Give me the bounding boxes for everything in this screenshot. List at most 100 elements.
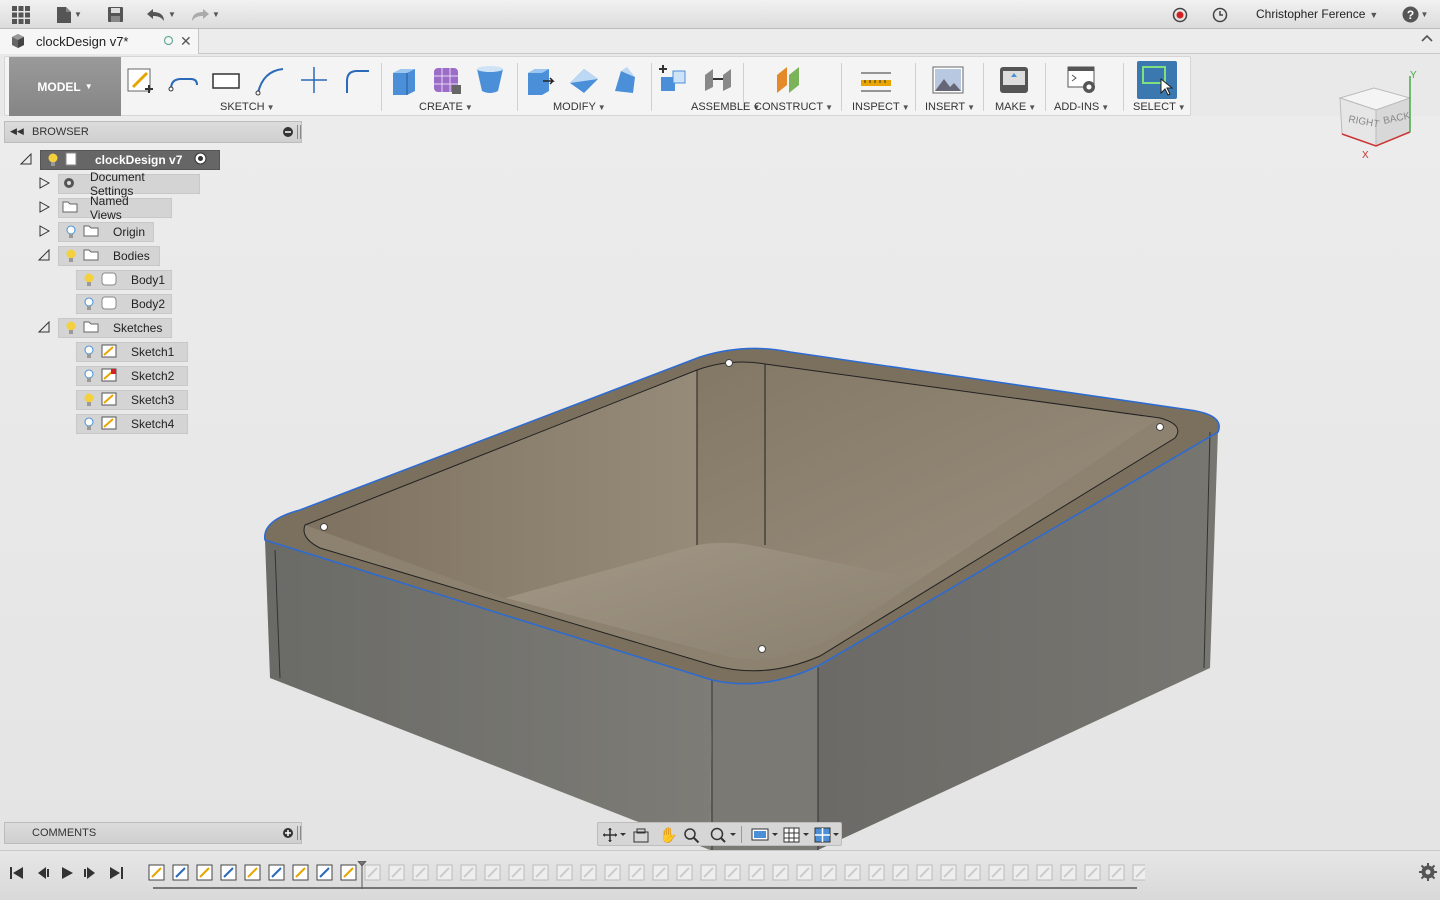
scripts-addins-icon[interactable]	[1065, 63, 1099, 97]
browser-item-named-views[interactable]: Named Views	[58, 194, 172, 222]
browser-item-body1[interactable]: Body1	[76, 270, 172, 290]
modify-menu[interactable]: MODIFY ▼	[553, 101, 606, 113]
collapse-toggle[interactable]	[38, 249, 50, 261]
3d-print-icon[interactable]	[997, 63, 1031, 97]
viewports-icon[interactable]	[814, 827, 842, 846]
timeline-feature-icon[interactable]	[964, 864, 981, 881]
timeline-feature-icon[interactable]	[892, 864, 909, 881]
user-menu[interactable]: Christopher Ference ▼	[1256, 7, 1378, 21]
go-to-start-icon[interactable]	[9, 865, 25, 884]
joint-icon[interactable]	[701, 63, 735, 97]
timeline-feature-icon[interactable]	[148, 864, 165, 881]
timeline-feature-icon[interactable]	[292, 864, 309, 881]
collapse-chevron-icon[interactable]	[1421, 33, 1433, 48]
document-tab[interactable]: clockDesign v7* ✕	[0, 29, 199, 54]
add-comment-icon[interactable]	[282, 827, 294, 842]
select-tool-button[interactable]	[1137, 61, 1177, 99]
browser-item-sketch2[interactable]: Sketch2	[76, 366, 188, 386]
timeline-feature-icon[interactable]	[604, 864, 621, 881]
timeline-feature-icon[interactable]	[388, 864, 405, 881]
root-expand-toggle[interactable]	[20, 153, 32, 165]
browser-item-origin[interactable]: Origin	[58, 222, 154, 242]
visibility-bulb-icon[interactable]	[83, 273, 95, 287]
3d-model-body[interactable]	[0, 116, 1440, 850]
look-at-icon[interactable]	[633, 827, 649, 846]
measure-icon[interactable]	[859, 63, 893, 97]
create-sketch-icon[interactable]	[123, 63, 157, 97]
point-icon[interactable]	[297, 63, 331, 97]
timeline-feature-icon[interactable]	[364, 864, 381, 881]
construct-menu[interactable]: CONSTRUCT ▼	[754, 101, 833, 113]
timeline-feature-icon[interactable]	[1084, 864, 1101, 881]
timeline-feature-icon[interactable]	[556, 864, 573, 881]
timeline-feature-icon[interactable]	[412, 864, 429, 881]
record-icon[interactable]	[1170, 4, 1190, 25]
browser-panel-header[interactable]: ◀◀ BROWSER	[4, 121, 302, 143]
timeline-feature-icon[interactable]	[868, 864, 885, 881]
play-icon[interactable]	[59, 865, 75, 884]
timeline-feature-icon[interactable]	[1132, 864, 1149, 881]
undo-icon[interactable]: ▼	[144, 4, 178, 25]
timeline-feature-icon[interactable]	[1108, 864, 1125, 881]
collapse-browser-icon[interactable]: ◀◀	[10, 126, 24, 137]
offset-plane-icon[interactable]	[773, 63, 807, 97]
grid-snap-icon[interactable]	[783, 827, 811, 846]
sketch-menu[interactable]: SKETCH ▼	[220, 101, 275, 113]
timeline-feature-icon[interactable]	[1012, 864, 1029, 881]
timeline-feature-icon[interactable]	[844, 864, 861, 881]
step-back-icon[interactable]	[34, 865, 50, 884]
browser-options-icon[interactable]	[282, 126, 294, 141]
timeline-feature-icon[interactable]	[460, 864, 477, 881]
fillet-icon[interactable]	[567, 63, 601, 97]
timeline-feature-icon[interactable]	[820, 864, 837, 881]
timeline-feature-icon[interactable]	[916, 864, 933, 881]
timeline-feature-icon[interactable]	[580, 864, 597, 881]
timeline-feature-icon[interactable]	[1060, 864, 1077, 881]
insert-image-icon[interactable]	[931, 63, 965, 97]
press-pull-icon[interactable]	[523, 63, 557, 97]
history-clock-icon[interactable]	[1210, 4, 1230, 25]
browser-item-sketch4[interactable]: Sketch4	[76, 414, 188, 434]
zoom-icon[interactable]	[683, 827, 701, 846]
revolve-icon[interactable]	[473, 63, 507, 97]
browser-item-sketches[interactable]: Sketches	[58, 318, 172, 338]
visibility-bulb-icon[interactable]	[65, 321, 77, 335]
timeline-feature-icon[interactable]	[220, 864, 237, 881]
go-to-end-icon[interactable]	[108, 865, 124, 884]
expand-toggle[interactable]	[38, 177, 50, 189]
timeline-feature-icon[interactable]	[676, 864, 693, 881]
close-tab-icon[interactable]: ✕	[180, 33, 192, 50]
comments-panel-header[interactable]: COMMENTS	[4, 822, 302, 844]
browser-item-sketch1[interactable]: Sketch1	[76, 342, 188, 362]
timeline-feature-icon[interactable]	[628, 864, 645, 881]
redo-icon[interactable]: ▼	[188, 4, 222, 25]
timeline-feature-icon[interactable]	[796, 864, 813, 881]
timeline-feature-icon[interactable]	[196, 864, 213, 881]
visibility-bulb-off-icon[interactable]	[83, 369, 95, 383]
timeline-feature-icon[interactable]	[244, 864, 261, 881]
timeline-feature-icon[interactable]	[172, 864, 189, 881]
timeline-feature-icon[interactable]	[940, 864, 957, 881]
timeline-feature-icon[interactable]	[988, 864, 1005, 881]
browser-root-node[interactable]: clockDesign v7	[40, 150, 220, 170]
chamfer-icon[interactable]	[609, 63, 643, 97]
timeline-feature-icon[interactable]	[484, 864, 501, 881]
timeline-feature-icon[interactable]	[700, 864, 717, 881]
orbit-icon[interactable]	[602, 827, 626, 846]
browser-item-body2[interactable]: Body2	[76, 294, 172, 314]
inspect-menu[interactable]: INSPECT ▼	[852, 101, 910, 113]
save-icon[interactable]	[104, 4, 126, 25]
timeline-settings-gear-icon[interactable]	[1419, 863, 1437, 884]
timeline-features[interactable]	[145, 860, 1149, 891]
browser-item-sketch3[interactable]: Sketch3	[76, 390, 188, 410]
assemble-menu[interactable]: ASSEMBLE ▼	[691, 101, 760, 113]
timeline-feature-icon[interactable]	[508, 864, 525, 881]
addins-menu[interactable]: ADD-INS ▼	[1054, 101, 1109, 113]
pan-hand-icon[interactable]: ✋	[659, 826, 678, 844]
select-menu[interactable]: SELECT ▼	[1133, 101, 1186, 113]
visibility-bulb-off-icon[interactable]	[83, 297, 95, 311]
visibility-bulb-off-icon[interactable]	[65, 225, 77, 239]
new-component-icon[interactable]	[657, 63, 691, 97]
step-forward-icon[interactable]	[83, 865, 99, 884]
display-settings-icon[interactable]	[751, 827, 779, 846]
